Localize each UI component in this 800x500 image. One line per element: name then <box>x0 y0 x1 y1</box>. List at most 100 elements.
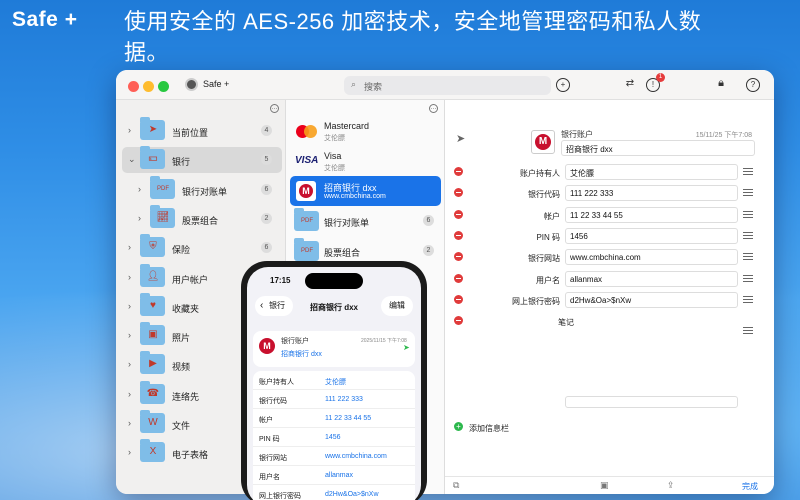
duplicate-icon[interactable]: ⧉ <box>453 480 459 491</box>
help-icon[interactable]: ? <box>746 78 760 92</box>
drag-handle-icon[interactable] <box>743 210 753 218</box>
chevron-right-icon[interactable]: › <box>128 418 131 428</box>
phone-category: 银行账户 <box>281 338 309 345</box>
chevron-right-icon[interactable]: › <box>128 389 131 399</box>
chevron-right-icon[interactable]: › <box>128 359 131 369</box>
chevron-right-icon[interactable]: › <box>128 242 131 252</box>
add-field-icon[interactable]: + <box>454 422 463 431</box>
drag-handle-icon[interactable] <box>743 231 753 239</box>
send-icon[interactable]: ➤ <box>403 343 410 352</box>
phone-field-row[interactable]: PIN 码 1456 <box>253 428 415 447</box>
send-icon[interactable]: ➤ <box>456 132 465 145</box>
chevron-right-icon[interactable]: › <box>128 272 131 282</box>
drag-handle-icon[interactable] <box>743 189 753 197</box>
attachment-icon[interactable]: ▣ <box>600 480 609 491</box>
sidebar-item[interactable]: › ➤ 当前位置 4 <box>116 117 286 144</box>
list-item[interactable]: VISA Visa 艾伦膘 <box>290 146 441 176</box>
remove-field-icon[interactable] <box>454 252 463 262</box>
list-item-name: 股票组合 <box>324 248 361 258</box>
field-value[interactable]: d2Hw&Oa>$nXw <box>565 291 738 308</box>
phone-field-row[interactable]: 账户持有人 艾伦膘 <box>253 371 415 390</box>
field-value[interactable]: 1456 <box>565 227 738 244</box>
phone-field-row[interactable]: 银行代码 111 222 333 <box>253 390 415 409</box>
chevron-right-icon[interactable]: › <box>128 125 131 135</box>
sidebar-item-label: 银行 <box>172 157 191 168</box>
list-item-name: 银行对账单 <box>324 218 370 228</box>
detail-field-row: 银行代码 111 222 333 <box>445 183 774 203</box>
cmb-logo-large: M <box>531 130 555 154</box>
sidebar-item-label: 照片 <box>172 333 191 344</box>
add-icon[interactable]: + <box>556 78 570 92</box>
phone-edit-button[interactable]: 编辑 <box>381 296 413 316</box>
toggle-settings-icon[interactable]: ⇄ <box>623 78 637 92</box>
remove-field-icon[interactable] <box>454 209 463 219</box>
sidebar-more-icon[interactable]: … <box>270 104 279 113</box>
notes-field[interactable] <box>565 396 738 408</box>
list-item-subtitle: 艾伦膘 <box>324 135 345 142</box>
sidebar-item[interactable]: › 📈︎ 股票组合 2 <box>116 204 286 232</box>
list-more-icon[interactable]: … <box>429 104 438 113</box>
sidebar-item[interactable]: › ⛨ 保险 6 <box>116 234 286 261</box>
minimize-window-button[interactable] <box>143 81 154 92</box>
remove-field-icon[interactable] <box>454 167 463 176</box>
pdf-icon: PDF <box>157 185 169 192</box>
remove-field-icon[interactable] <box>454 230 463 240</box>
chevron-right-icon[interactable]: › <box>128 447 131 457</box>
detail-field-row: 笔记 <box>445 311 774 335</box>
field-value[interactable]: 艾伦膘 <box>565 164 738 180</box>
chevron-right-icon[interactable]: › <box>138 213 141 223</box>
field-value[interactable]: www.cmbchina.com <box>565 249 738 266</box>
remove-field-icon[interactable] <box>454 188 463 198</box>
count-badge: 6 <box>423 215 434 226</box>
drag-handle-icon[interactable] <box>743 327 753 335</box>
field-value[interactable]: 111 222 333 <box>565 185 738 202</box>
drag-handle-icon[interactable] <box>743 274 753 282</box>
sidebar-item-label: 当前位置 <box>172 128 209 138</box>
list-item-name: Mastercard <box>324 121 370 131</box>
field-value[interactable]: 11 22 33 44 55 <box>565 206 738 223</box>
list-item-name: Visa <box>324 151 342 161</box>
folder-icon: ▶ <box>140 351 165 375</box>
done-button[interactable]: 完成 <box>742 481 758 492</box>
app-name: Safe + <box>203 79 230 89</box>
brand-name: Safe + <box>12 8 78 31</box>
count-badge: 5 <box>261 154 272 166</box>
drag-handle-icon[interactable] <box>743 253 753 261</box>
user-account-icon: 👤︎ <box>146 270 160 282</box>
add-field-label[interactable]: 添加信息栏 <box>469 423 509 434</box>
field-label: 笔记 <box>558 318 574 328</box>
detail-field-row: 网上银行密码 d2Hw&Oa>$nXw <box>445 290 774 310</box>
search-field[interactable]: ⌕ 搜索 <box>344 76 551 95</box>
zoom-window-button[interactable] <box>158 81 169 92</box>
sidebar-item[interactable]: › PDF 银行对账单 6 <box>116 175 286 203</box>
remove-field-icon[interactable] <box>454 273 463 283</box>
remove-field-icon[interactable] <box>454 316 463 326</box>
field-label: 用户名 <box>536 275 560 285</box>
remove-field-icon[interactable] <box>454 294 463 304</box>
shield-icon: ⛨ <box>149 241 157 253</box>
phone-field-row[interactable]: 帐户 11 22 33 44 55 <box>253 409 415 428</box>
chevron-down-icon[interactable]: ⌄ <box>128 154 136 165</box>
field-value[interactable]: allanmax <box>565 270 738 287</box>
phone-field-row[interactable]: 网上银行密码 d2Hw&Oa>$nXw <box>253 485 415 500</box>
list-item[interactable]: M 招商银行 dxx www.cmbchina.com <box>290 176 441 206</box>
list-item[interactable]: PDF 银行对账单 6 <box>290 206 441 236</box>
chevron-right-icon[interactable]: › <box>128 301 131 311</box>
phone-field-row[interactable]: 银行网站 www.cmbchina.com <box>253 447 415 466</box>
sidebar-item-label: 股票组合 <box>182 215 219 226</box>
chevron-right-icon[interactable]: › <box>138 184 141 194</box>
share-icon[interactable]: ⇪ <box>667 480 675 491</box>
folder-icon: 💵︎ <box>140 146 165 170</box>
drag-handle-icon[interactable] <box>743 295 753 303</box>
drag-handle-icon[interactable] <box>743 168 753 175</box>
folder-icon: ♥ <box>140 292 165 316</box>
list-item[interactable]: Mastercard 艾伦膘 <box>290 116 441 146</box>
sidebar-item[interactable]: ⌄ 💵︎ 银行 5 <box>122 146 282 174</box>
phone-field-row[interactable]: 用户名 allanmax <box>253 466 415 485</box>
close-window-button[interactable] <box>128 81 139 92</box>
heart-icon: ♥ <box>150 299 156 311</box>
detail-title-field[interactable]: 招商银行 dxx <box>561 140 755 156</box>
field-label: 网上银行密码 <box>512 296 560 306</box>
lock-icon[interactable]: 🔒︎ <box>714 78 728 92</box>
chevron-right-icon[interactable]: › <box>128 330 131 340</box>
